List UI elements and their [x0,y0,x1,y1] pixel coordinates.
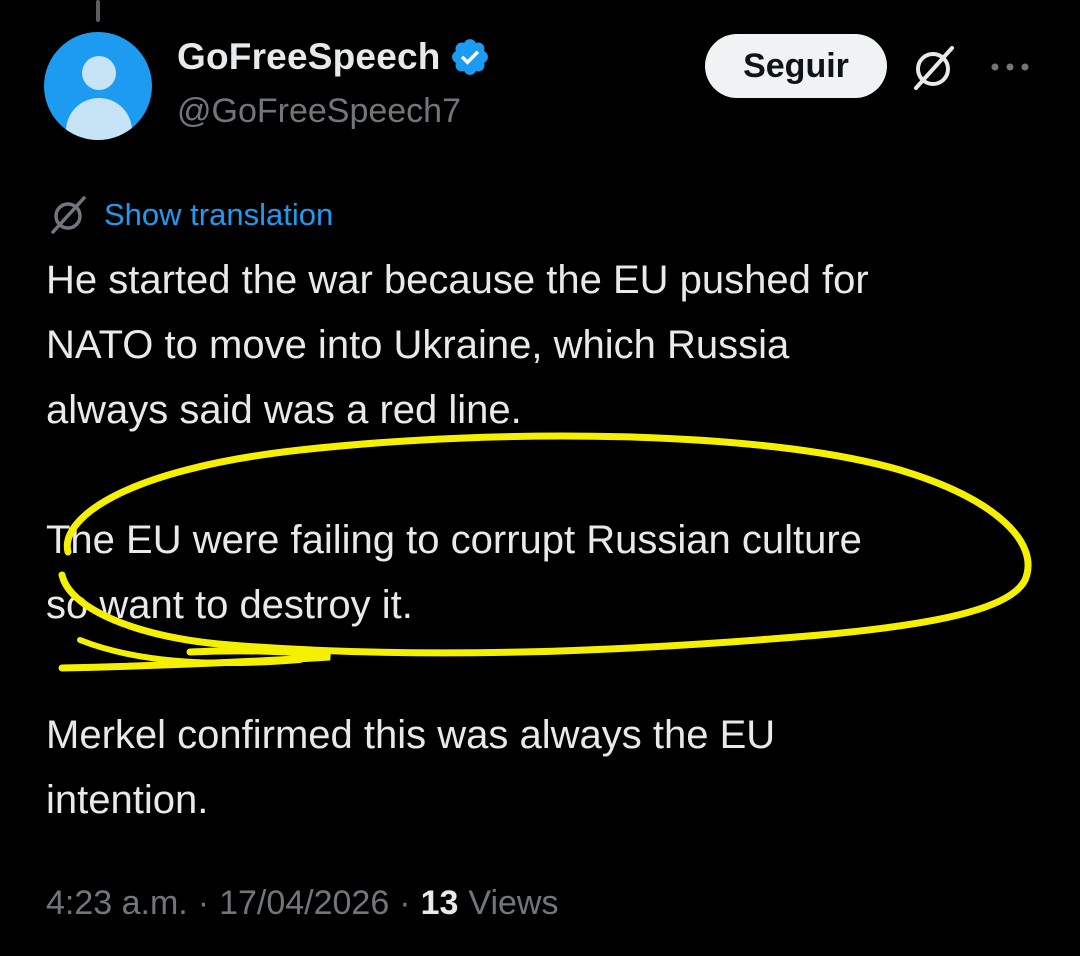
views-count: 13 [420,884,459,922]
tweet-date[interactable]: 17/04/2026 [219,884,389,923]
tweet-line: intention. [46,778,209,822]
tweet-line: so want to destroy it. [46,583,413,627]
show-translation-link[interactable]: Show translation [104,197,333,233]
tweet-time[interactable]: 4:23 a.m. [46,884,188,923]
tweet-line: NATO to move into Ukraine, which Russia [46,323,790,367]
tweet-line: The EU were failing to corrupt Russian c… [46,518,862,562]
avatar-head [82,56,116,90]
show-translation-row[interactable]: Show translation [46,192,333,238]
tweet-line: He started the war because the EU pushed… [46,258,869,302]
display-name[interactable]: GoFreeSpeech [177,36,441,78]
grok-slash-icon[interactable] [906,40,962,96]
tweet-text: He started the war because the EU pushed… [46,248,1046,833]
follow-button[interactable]: Seguir [705,34,887,98]
author-handle[interactable]: @GoFreeSpeech7 [177,92,461,131]
avatar-body [66,98,132,140]
thread-connector-line [96,0,100,22]
author-name-row[interactable]: GoFreeSpeech [177,36,491,78]
tweet-meta: 4:23 a.m. · 17/04/2026 · 13 Views [46,884,559,923]
tweet-line: Merkel confirmed this was always the EU [46,713,776,757]
grok-slash-icon [51,196,86,234]
avatar[interactable] [44,32,152,140]
meta-separator: · [197,884,210,922]
more-dots-icon[interactable] [988,52,1032,82]
tweet-line: always said was a red line. [46,388,522,432]
meta-separator: · [399,884,411,922]
views-label: Views [468,884,559,922]
verified-badge-icon [451,39,488,75]
